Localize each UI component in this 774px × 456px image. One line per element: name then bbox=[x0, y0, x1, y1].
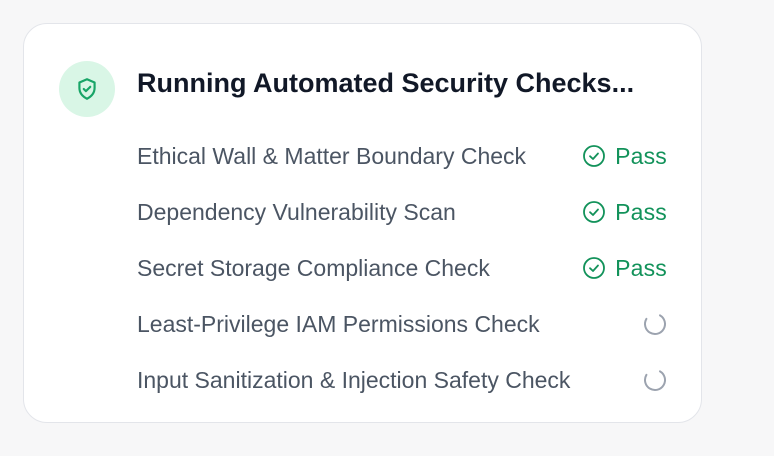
security-checks-card: Running Automated Security Checks... Eth… bbox=[23, 23, 702, 423]
check-row-ethical-wall: Ethical Wall & Matter Boundary Check Pas… bbox=[137, 128, 667, 184]
loading-spinner-icon bbox=[644, 313, 666, 335]
check-label: Least-Privilege IAM Permissions Check bbox=[137, 311, 540, 337]
status-running bbox=[643, 296, 667, 352]
status-pass: Pass bbox=[582, 184, 667, 240]
check-label: Secret Storage Compliance Check bbox=[137, 255, 490, 281]
status-running bbox=[643, 352, 667, 408]
check-row-least-privilege: Least-Privilege IAM Permissions Check bbox=[137, 296, 667, 352]
status-text: Pass bbox=[615, 199, 667, 225]
card-title: Running Automated Security Checks... bbox=[137, 68, 635, 98]
check-label: Input Sanitization & Injection Safety Ch… bbox=[137, 367, 571, 393]
status-pass: Pass bbox=[582, 128, 667, 184]
check-circle-icon bbox=[583, 201, 605, 223]
loading-spinner-icon bbox=[644, 369, 666, 391]
checks-list: Ethical Wall & Matter Boundary Check Pas… bbox=[137, 128, 667, 408]
status-text: Pass bbox=[615, 255, 667, 281]
check-label: Dependency Vulnerability Scan bbox=[137, 199, 456, 225]
check-circle-icon bbox=[583, 257, 605, 279]
check-row-secret-storage: Secret Storage Compliance Check Pass bbox=[137, 240, 667, 296]
check-label: Ethical Wall & Matter Boundary Check bbox=[137, 143, 527, 169]
status-pass: Pass bbox=[582, 240, 667, 296]
check-row-dependency-scan: Dependency Vulnerability Scan Pass bbox=[137, 184, 667, 240]
shield-check-icon bbox=[59, 61, 115, 117]
check-row-input-sanitization: Input Sanitization & Injection Safety Ch… bbox=[137, 352, 667, 408]
check-circle-icon bbox=[583, 145, 605, 167]
status-text: Pass bbox=[615, 143, 667, 169]
